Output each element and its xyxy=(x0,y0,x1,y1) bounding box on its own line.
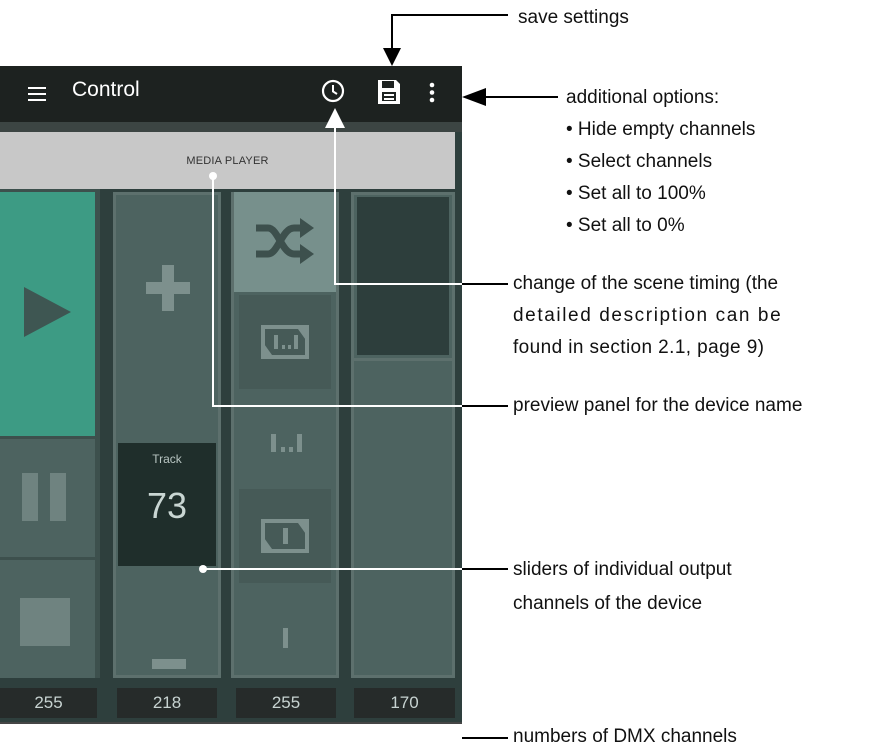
timing-callout-line-h1 xyxy=(334,283,462,285)
channel-value-12: 255 xyxy=(0,688,97,718)
app-bar: Control xyxy=(0,66,462,122)
channel-slider-14[interactable] xyxy=(231,189,339,678)
channel-value-14: 255 xyxy=(236,688,336,718)
track-label: Track xyxy=(152,452,182,466)
save-callout-arrowhead xyxy=(383,48,401,66)
pause-button[interactable] xyxy=(0,439,95,557)
options-title: additional options: xyxy=(566,87,720,108)
dmx-callout-line-h1 xyxy=(336,737,462,739)
clock-icon[interactable] xyxy=(320,78,346,109)
preview-callout-line-v xyxy=(212,178,214,406)
repeat-all-button[interactable] xyxy=(239,295,331,389)
option-set-100: • Set all to 100% xyxy=(566,183,706,204)
save-callout-line-v xyxy=(391,14,393,52)
sliders-callout-line-h2 xyxy=(462,568,508,570)
options-callout-line xyxy=(484,96,558,98)
save-settings-label: save settings xyxy=(518,7,629,28)
play-button[interactable] xyxy=(0,192,95,436)
sliders-label-line-2: channels of the device xyxy=(513,593,703,614)
device-name-preview: MEDIA PLAYER xyxy=(0,132,455,189)
dmx-number-13: 13 xyxy=(117,722,217,724)
plus-button[interactable] xyxy=(119,197,215,437)
shuffle-button[interactable] xyxy=(234,192,336,292)
dmx-numbers-label: numbers of DMX channels xyxy=(513,726,737,747)
channel-value-15: 170 xyxy=(354,688,455,718)
dmx-callout-line-h2 xyxy=(462,737,508,739)
stop-button[interactable] xyxy=(0,560,95,678)
timing-callout-line-h2 xyxy=(462,283,508,285)
option-select-channels: • Select channels xyxy=(566,151,713,172)
dmx-number-15: 15 xyxy=(354,722,455,724)
options-callout-arrowhead xyxy=(462,88,486,106)
save-callout-line-h xyxy=(391,14,508,16)
option-set-0: • Set all to 0% xyxy=(566,215,685,236)
empty-box xyxy=(354,358,452,361)
timing-desc-line-1: change of the scene timing (the xyxy=(513,273,779,294)
page-title: Control xyxy=(72,78,140,101)
channel-value-13: 218 xyxy=(117,688,217,718)
track-display: Track 73 xyxy=(118,443,216,566)
track-number: 73 xyxy=(146,485,188,526)
channel-slider-12[interactable] xyxy=(0,189,100,678)
channel-slider-13[interactable]: Track 73 xyxy=(113,189,221,678)
preset-box[interactable] xyxy=(357,197,449,355)
channel-slider-15[interactable] xyxy=(351,189,455,678)
dmx-number-14: 14 xyxy=(236,722,336,724)
timing-callout-line-v2 xyxy=(334,122,336,284)
single-button[interactable] xyxy=(239,586,331,675)
save-icon[interactable] xyxy=(376,78,402,111)
sliders-label-line-1: sliders of individual output xyxy=(513,559,732,580)
preview-callout-line-h2 xyxy=(462,405,508,407)
device-name: MEDIA PLAYER xyxy=(186,155,269,167)
preview-callout-line-h1 xyxy=(212,405,462,407)
preview-panel-label: preview panel for the device name xyxy=(513,395,803,416)
timing-desc-line-3: found in section 2.1, page 9) xyxy=(513,337,765,358)
minus-button[interactable] xyxy=(119,569,215,674)
menu-icon[interactable] xyxy=(20,76,56,112)
timing-desc-line-2: detailed description can be xyxy=(513,305,783,326)
option-hide-empty: • Hide empty channels xyxy=(566,119,756,140)
dmx-number-12: 12 xyxy=(0,722,97,724)
more-vert-icon[interactable] xyxy=(428,80,436,111)
app-bar-shadow xyxy=(0,122,462,132)
sliders-callout-line-h1 xyxy=(205,568,462,570)
app-screen: Control MEDIA PLAYER Track 73 255 218 25… xyxy=(0,66,462,724)
